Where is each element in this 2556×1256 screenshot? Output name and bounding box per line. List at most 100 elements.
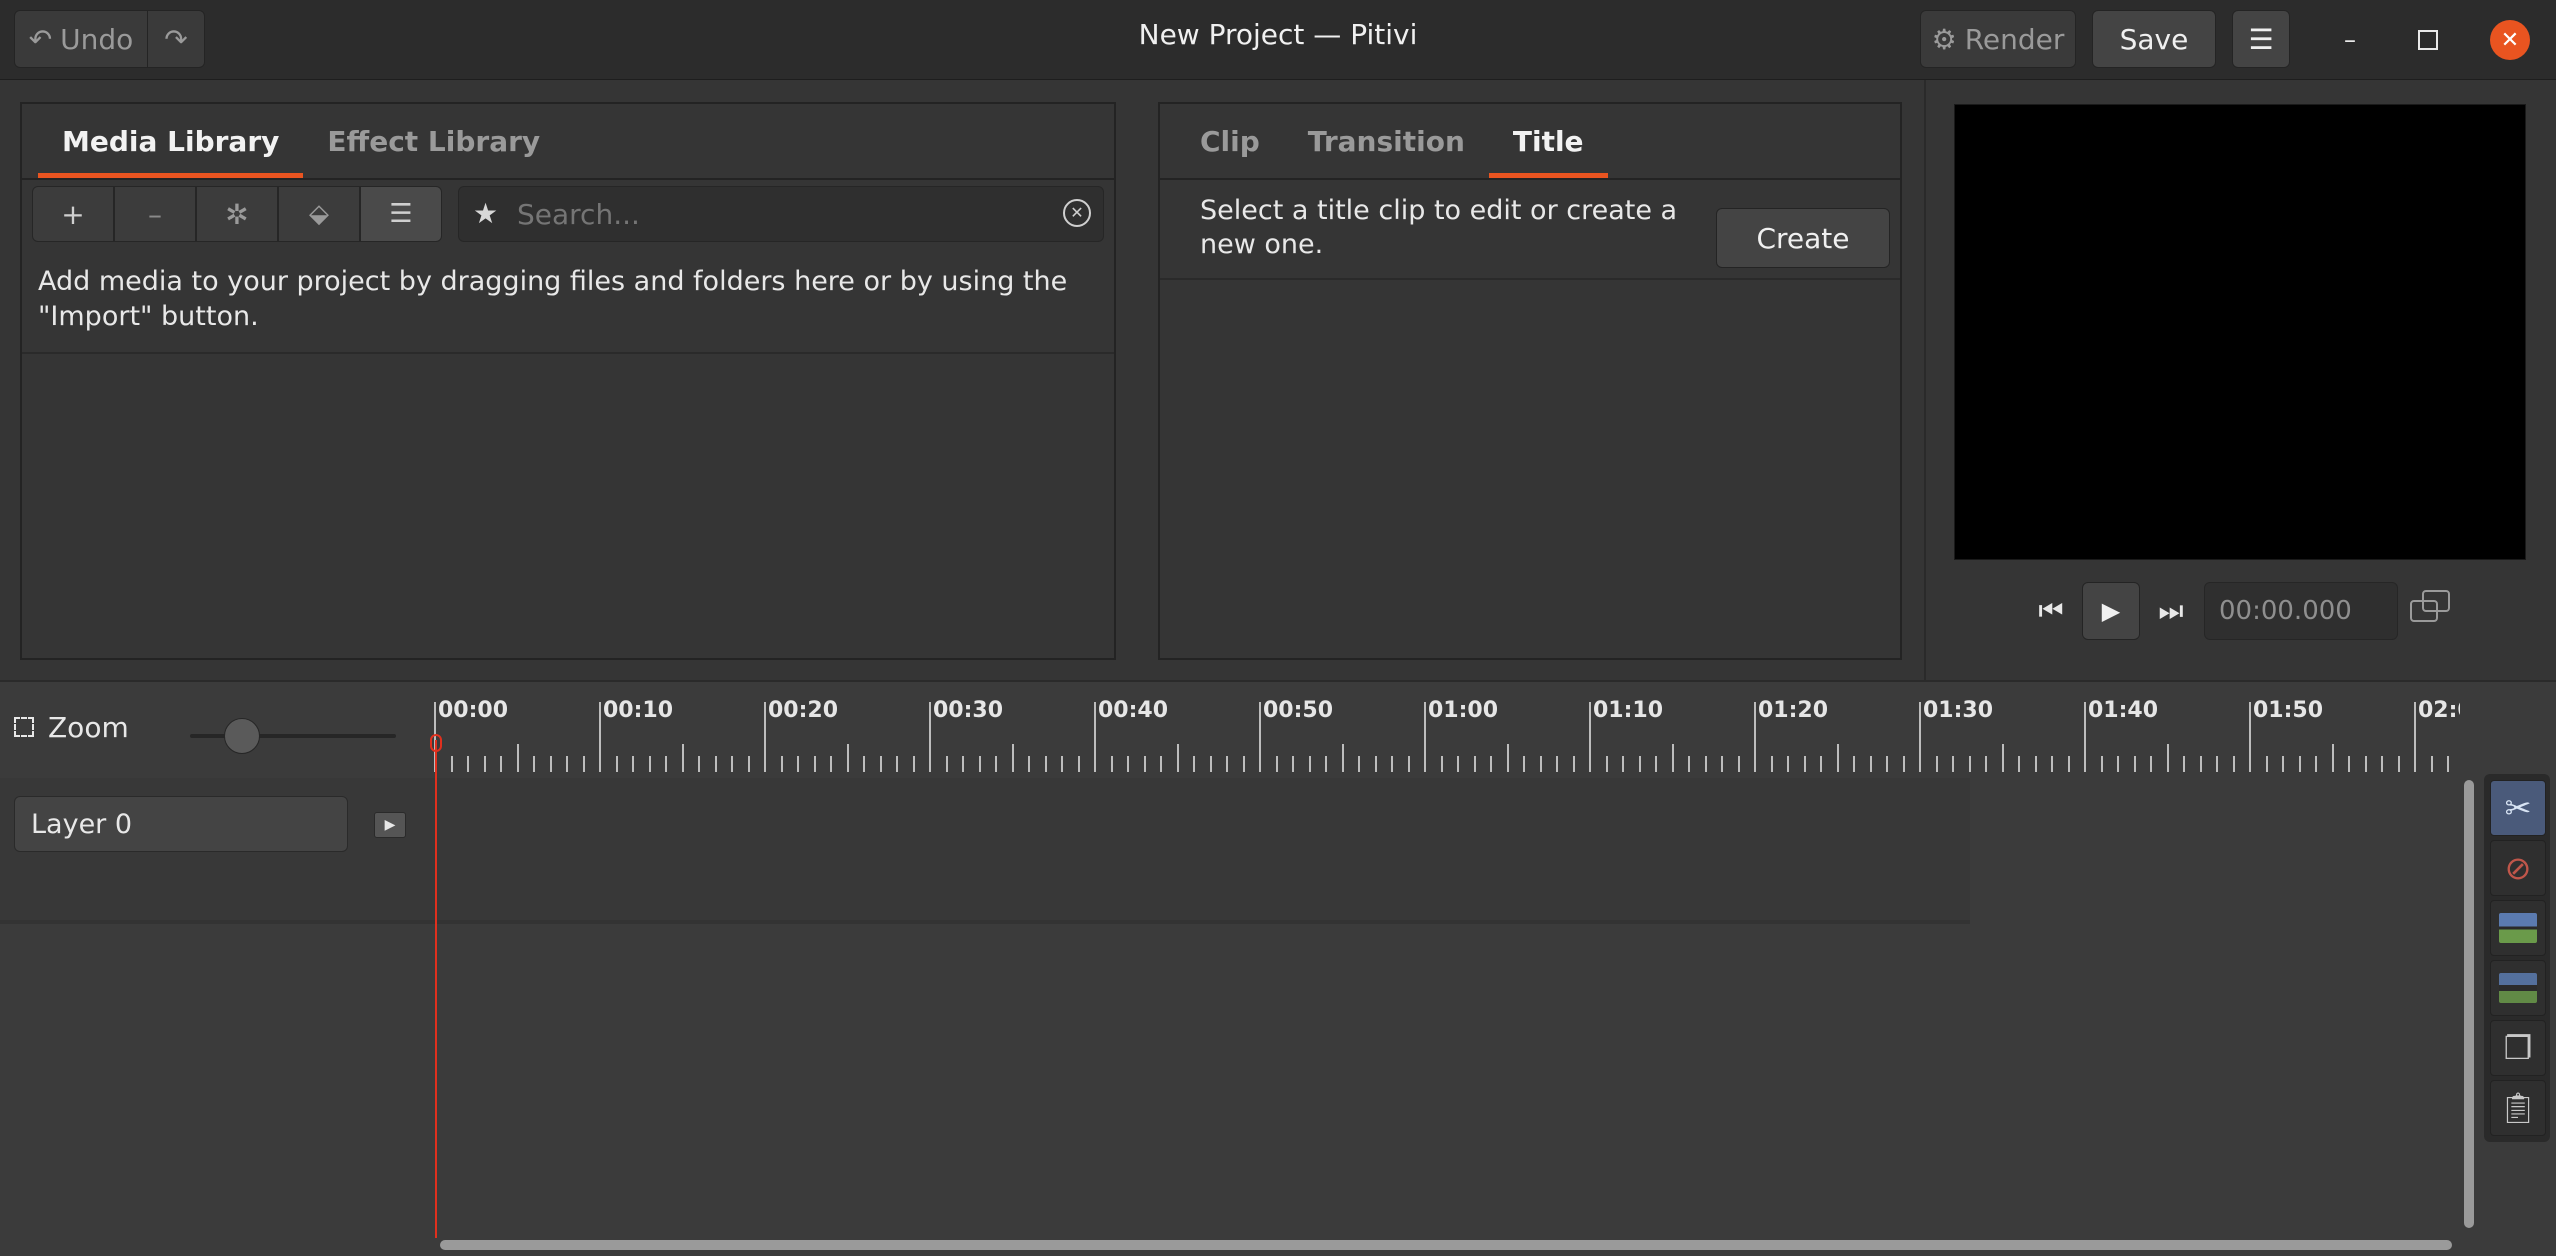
group-button[interactable] xyxy=(2490,900,2546,956)
remove-media-button[interactable]: – xyxy=(114,186,196,242)
tab-clip[interactable]: Clip xyxy=(1176,104,1284,178)
save-label: Save xyxy=(2119,22,2189,56)
ruler-minor-tick xyxy=(1011,744,1014,772)
zoom-fit-button[interactable]: Zoom xyxy=(14,710,154,744)
ruler-minor-tick xyxy=(2067,756,2070,772)
seek-backward-button[interactable]: ⏮ xyxy=(2024,586,2078,636)
minus-icon: – xyxy=(148,197,162,231)
minimize-button[interactable]: – xyxy=(2320,14,2380,66)
layer-row-divider xyxy=(0,920,1970,924)
timeline-vertical-scrollbar[interactable] xyxy=(2464,780,2474,1228)
ruler-minor-tick xyxy=(681,744,684,772)
ruler-minor-tick xyxy=(1457,756,1459,772)
paste-icon: 📋︎ xyxy=(2498,1090,2538,1126)
tab-title[interactable]: Title xyxy=(1488,104,1608,178)
ruler-minor-tick xyxy=(2133,756,2136,772)
insert-at-end-button[interactable]: ⬙ xyxy=(278,186,360,242)
ruler-minor-tick xyxy=(483,756,486,772)
time-ruler[interactable]: 00:00 00:10 00:20 00:30 00:40 00:50 01:00 01:10… xyxy=(430,694,2460,776)
list-view-toggle[interactable]: ☰ xyxy=(360,186,442,242)
layer-name: Layer 0 xyxy=(31,808,133,840)
timeline-horizontal-scrollbar[interactable] xyxy=(440,1240,2452,1250)
ruler-minor-tick xyxy=(1209,756,1212,772)
ruler-minor-tick xyxy=(1638,756,1641,772)
ruler-minor-tick xyxy=(1391,756,1393,772)
ruler-minor-tick xyxy=(879,756,882,772)
media-search-input[interactable] xyxy=(515,193,1035,235)
ruler-minor-tick xyxy=(1028,756,1030,772)
detach-viewer-button[interactable] xyxy=(2406,588,2456,634)
scissors-icon: ✂ xyxy=(2504,789,2532,827)
ruler-minor-tick xyxy=(2265,756,2268,772)
play-button[interactable]: ▶ xyxy=(2082,582,2140,640)
zoom-slider[interactable] xyxy=(190,718,396,754)
ruler-minor-tick xyxy=(566,756,568,772)
media-library-hint: Add media to your project by dragging fi… xyxy=(38,266,1068,332)
timecode-field[interactable]: 00:00.000 xyxy=(2204,582,2398,640)
ruler-minor-tick xyxy=(1704,756,1707,772)
minimize-icon: – xyxy=(2344,26,2356,54)
ruler-minor-tick xyxy=(665,756,667,772)
skip-backward-icon: ⏮ xyxy=(2038,594,2064,627)
seek-forward-button[interactable]: ⏭ xyxy=(2144,586,2198,636)
ruler-minor-tick xyxy=(1292,756,1294,772)
tab-effect-library[interactable]: Effect Library xyxy=(303,104,564,178)
tab-transition[interactable]: Transition xyxy=(1284,104,1489,178)
ruler-major-tick xyxy=(1094,702,1096,772)
clip-properties-button[interactable]: ✲ xyxy=(196,186,278,242)
ruler-major-tick xyxy=(1754,702,1756,772)
ruler-minor-tick xyxy=(2034,756,2037,772)
ruler-minor-tick xyxy=(1952,756,1954,772)
media-search-field[interactable]: ★ ✕ xyxy=(458,186,1104,242)
ruler-minor-tick xyxy=(2232,756,2235,772)
ruler-minor-tick xyxy=(995,756,997,772)
delete-button[interactable]: ⊘ xyxy=(2490,840,2546,896)
layer-name-field[interactable]: Layer 0 xyxy=(14,796,348,852)
ruler-minor-tick xyxy=(1077,756,1080,772)
import-button[interactable]: + xyxy=(32,186,114,242)
playhead-line xyxy=(435,740,437,1238)
save-button[interactable]: Save xyxy=(2092,10,2216,68)
maximize-button[interactable] xyxy=(2398,14,2458,66)
layer-menu-button[interactable]: ▶ xyxy=(374,812,406,838)
ruler-minor-tick xyxy=(2051,756,2053,772)
ruler-minor-tick xyxy=(1737,756,1740,772)
ruler-minor-tick xyxy=(978,756,981,772)
split-button[interactable]: ✂ xyxy=(2490,780,2546,836)
close-window-button[interactable]: ✕ xyxy=(2490,20,2530,60)
ruler-label: 01:50 xyxy=(2253,698,2324,723)
ruler-minor-tick xyxy=(582,756,585,772)
zoom-slider-track xyxy=(190,734,396,738)
ruler-minor-tick xyxy=(1160,756,1162,772)
ruler-label: 01:30 xyxy=(1923,698,1994,723)
create-label: Create xyxy=(1756,221,1850,255)
playhead-marker[interactable] xyxy=(430,734,442,752)
ruler-minor-tick xyxy=(2183,756,2185,772)
maximize-icon xyxy=(2418,30,2438,50)
ungroup-button[interactable] xyxy=(2490,960,2546,1016)
ruler-label: 01:10 xyxy=(1593,698,1664,723)
no-entry-icon: ⊘ xyxy=(2504,849,2532,887)
ruler-label: 00:00 xyxy=(438,698,509,723)
ruler-minor-tick xyxy=(1836,744,1839,772)
ruler-major-tick xyxy=(2414,702,2416,772)
paste-button[interactable]: 📋︎ xyxy=(2490,1080,2546,1136)
ruler-minor-tick xyxy=(1374,756,1377,772)
ruler-minor-tick xyxy=(1506,744,1509,772)
clear-search-icon[interactable]: ✕ xyxy=(1063,199,1091,227)
copy-button[interactable]: ❐ xyxy=(2490,1020,2546,1076)
tab-media-library[interactable]: Media Library xyxy=(38,104,304,178)
ruler-minor-tick xyxy=(2216,756,2218,772)
zoom-slider-handle[interactable] xyxy=(224,718,260,754)
main-menu-button[interactable]: ☰ xyxy=(2232,10,2290,68)
render-button[interactable]: ⚙ Render xyxy=(1920,10,2076,68)
ruler-minor-tick xyxy=(1622,756,1624,772)
ruler-minor-tick xyxy=(2298,756,2301,772)
title-clip-hint: Select a title clip to edit or create a … xyxy=(1200,195,1678,260)
ruler-minor-tick xyxy=(714,756,717,772)
ruler-label: 00:30 xyxy=(933,698,1004,723)
ruler-minor-tick xyxy=(1572,756,1575,772)
create-title-button[interactable]: Create xyxy=(1716,208,1890,268)
ruler-minor-tick xyxy=(2348,756,2350,772)
ruler-minor-tick xyxy=(533,756,535,772)
